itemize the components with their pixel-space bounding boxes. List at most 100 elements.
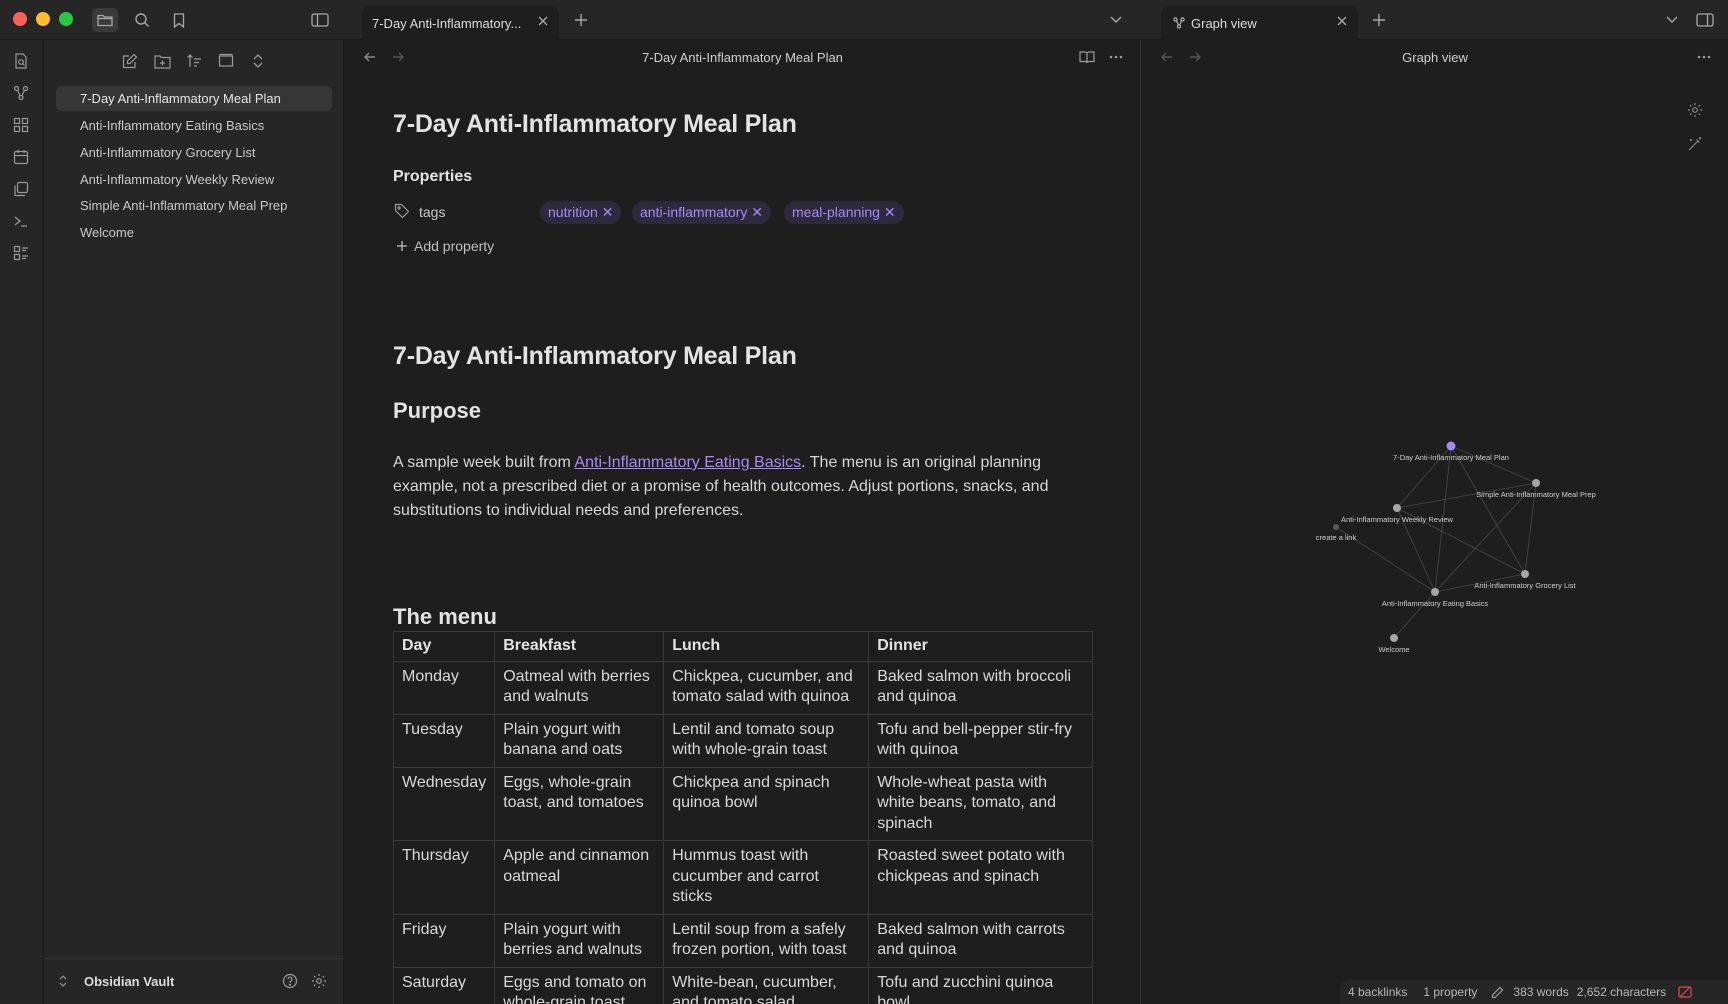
table-cell[interactable]: Lentil soup from a safely frozen portion…: [663, 913, 870, 968]
remove-tag-icon[interactable]: ✕: [751, 204, 763, 220]
file-item-grocery-list[interactable]: Anti-Inflammatory Grocery List: [56, 140, 332, 165]
table-cell[interactable]: Eggs and tomato on whole-grain toast: [494, 966, 665, 1004]
help-icon[interactable]: [282, 973, 298, 989]
tab-meal-plan[interactable]: 7-Day Anti-Inflammatory...: [362, 6, 559, 40]
graph-node-dot[interactable]: [1446, 441, 1456, 451]
open-quick-switcher-icon[interactable]: [10, 50, 32, 72]
table-cell[interactable]: Plain yogurt with berries and walnuts: [494, 913, 665, 968]
expand-collapse-icon[interactable]: [247, 50, 269, 72]
templates-icon[interactable]: [10, 178, 32, 200]
table-cell[interactable]: Wednesday: [392, 766, 496, 841]
column-header-breakfast[interactable]: Breakfast: [494, 631, 665, 662]
graph-node-dot[interactable]: [1532, 479, 1540, 487]
tag-pill[interactable]: meal-planning ✕: [784, 201, 904, 224]
table-cell[interactable]: Friday: [392, 913, 496, 968]
table-cell[interactable]: Roasted sweet potato with chickpeas and …: [868, 840, 1094, 915]
graph-node-dot[interactable]: [1393, 504, 1401, 512]
more-options-icon[interactable]: [1109, 50, 1123, 64]
graph-view-icon[interactable]: [10, 82, 32, 104]
table-cell[interactable]: Monday: [392, 660, 496, 715]
edit-pencil-icon[interactable]: [1491, 986, 1504, 999]
close-icon[interactable]: [1336, 15, 1348, 27]
sort-icon[interactable]: [183, 50, 205, 72]
new-folder-icon[interactable]: [151, 50, 173, 72]
table-cell[interactable]: Plain yogurt with banana and oats: [494, 713, 665, 768]
tab-list-chevron-down-icon[interactable]: [1103, 8, 1129, 32]
inline-title[interactable]: 7-Day Anti-Inflammatory Meal Plan: [393, 110, 797, 139]
table-cell[interactable]: Chickpea, cucumber, and tomato salad wit…: [663, 660, 870, 715]
bookmark-icon[interactable]: [166, 8, 192, 32]
calendar-icon[interactable]: [10, 146, 32, 168]
column-header-day[interactable]: Day: [392, 631, 496, 662]
table-cell[interactable]: Apple and cinnamon oatmeal: [494, 840, 665, 915]
table-row: Thursday Apple and cinnamon oatmeal Humm…: [392, 840, 1094, 915]
graph-node-weekly-review[interactable]: Anti-Inflammatory Weekly Review: [1341, 504, 1454, 524]
internal-link-eating-basics[interactable]: Anti-Inflammatory Eating Basics: [574, 454, 801, 471]
table-cell[interactable]: Hummus toast with cucumber and carrot st…: [663, 840, 870, 915]
close-icon[interactable]: [537, 15, 549, 27]
table-cell[interactable]: Thursday: [392, 840, 496, 915]
close-window-button[interactable]: [13, 12, 27, 26]
toggle-left-sidebar-icon[interactable]: [307, 8, 333, 32]
table-cell[interactable]: Baked salmon with broccoli and quinoa: [868, 660, 1094, 715]
canvas-icon[interactable]: [10, 114, 32, 136]
table-cell[interactable]: Chickpea and spinach quinoa bowl: [663, 766, 870, 841]
graph-canvas[interactable]: 7-Day Anti-Inflammatory Meal Plan Simple…: [1142, 40, 1728, 964]
table-cell[interactable]: Lentil and tomato soup with whole-grain …: [663, 713, 870, 768]
minimize-window-button[interactable]: [36, 12, 50, 26]
tag-pill[interactable]: anti-inflammatory ✕: [632, 201, 771, 224]
maximize-window-button[interactable]: [59, 12, 73, 26]
table-cell[interactable]: Whole-wheat pasta with white beans, toma…: [868, 766, 1094, 841]
tag-pill[interactable]: nutrition ✕: [540, 201, 622, 224]
table-cell[interactable]: Baked salmon with carrots and quinoa: [868, 913, 1094, 968]
title-bar: 7-Day Anti-Inflammatory... Graph view: [0, 0, 1728, 40]
property-key-tags[interactable]: tags: [419, 204, 445, 220]
column-header-lunch[interactable]: Lunch: [663, 631, 870, 662]
graph-node-grocery-list[interactable]: Anti-Inflammatory Grocery List: [1474, 570, 1577, 590]
file-item-meal-prep[interactable]: Simple Anti-Inflammatory Meal Prep: [56, 193, 332, 218]
table-cell[interactable]: Tofu and bell-pepper stir-fry with quino…: [868, 713, 1094, 768]
new-tab-icon[interactable]: [568, 8, 594, 32]
folder-icon[interactable]: [92, 8, 118, 32]
table-cell[interactable]: Tofu and zucchini quinoa bowl: [868, 966, 1094, 1004]
file-item-weekly-review[interactable]: Anti-Inflammatory Weekly Review: [56, 167, 332, 192]
remove-tag-icon[interactable]: ✕: [602, 204, 614, 220]
graph-node-meal-plan[interactable]: 7-Day Anti-Inflammatory Meal Plan: [1393, 441, 1509, 463]
chevron-up-down-icon[interactable]: [58, 974, 68, 988]
graph-node-eating-basics[interactable]: Anti-Inflammatory Eating Basics: [1382, 588, 1489, 608]
terminal-icon[interactable]: [10, 210, 32, 232]
new-tab-icon[interactable]: [1366, 8, 1392, 32]
add-property-button[interactable]: Add property: [396, 238, 494, 254]
table-cell[interactable]: White-bean, cucumber, and tomato salad: [663, 966, 870, 1004]
vault-name[interactable]: Obsidian Vault: [84, 974, 174, 989]
sync-status-icon[interactable]: [1678, 985, 1692, 999]
backlinks-count[interactable]: 4 backlinks: [1348, 985, 1407, 999]
graph-node-welcome[interactable]: Welcome: [1378, 634, 1410, 654]
tag-icon: [394, 203, 410, 219]
table-cell[interactable]: Tuesday: [392, 713, 496, 768]
graph-node-dot[interactable]: [1333, 524, 1339, 530]
command-palette-icon[interactable]: [10, 242, 32, 264]
table-cell[interactable]: Saturday: [392, 966, 496, 1004]
settings-gear-icon[interactable]: [311, 973, 327, 989]
toggle-right-sidebar-icon[interactable]: [1692, 8, 1718, 32]
tab-graph-view[interactable]: Graph view: [1161, 6, 1358, 40]
column-header-dinner[interactable]: Dinner: [868, 631, 1094, 662]
file-item-eating-basics[interactable]: Anti-Inflammatory Eating Basics: [56, 113, 332, 138]
view-title[interactable]: 7-Day Anti-Inflammatory Meal Plan: [344, 50, 1140, 65]
tab-list-chevron-down-icon[interactable]: [1659, 8, 1685, 32]
graph-node-create-a-link[interactable]: create a link: [1316, 524, 1357, 542]
table-cell[interactable]: Eggs, whole-grain toast, and tomatoes: [494, 766, 665, 841]
search-icon[interactable]: [129, 8, 155, 32]
collapse-view-icon[interactable]: [215, 50, 237, 72]
file-item-welcome[interactable]: Welcome: [56, 220, 332, 245]
graph-node-meal-prep[interactable]: Simple Anti-Inflammatory Meal Prep: [1476, 479, 1596, 499]
reading-view-book-icon[interactable]: [1079, 50, 1095, 64]
table-cell[interactable]: Oatmeal with berries and walnuts: [494, 660, 665, 715]
remove-tag-icon[interactable]: ✕: [884, 204, 896, 220]
graph-node-dot[interactable]: [1431, 588, 1439, 596]
file-item-7-day-meal-plan[interactable]: 7-Day Anti-Inflammatory Meal Plan: [56, 86, 332, 111]
new-note-icon[interactable]: [119, 50, 141, 72]
graph-node-dot[interactable]: [1521, 570, 1529, 578]
graph-node-dot[interactable]: [1390, 634, 1398, 642]
